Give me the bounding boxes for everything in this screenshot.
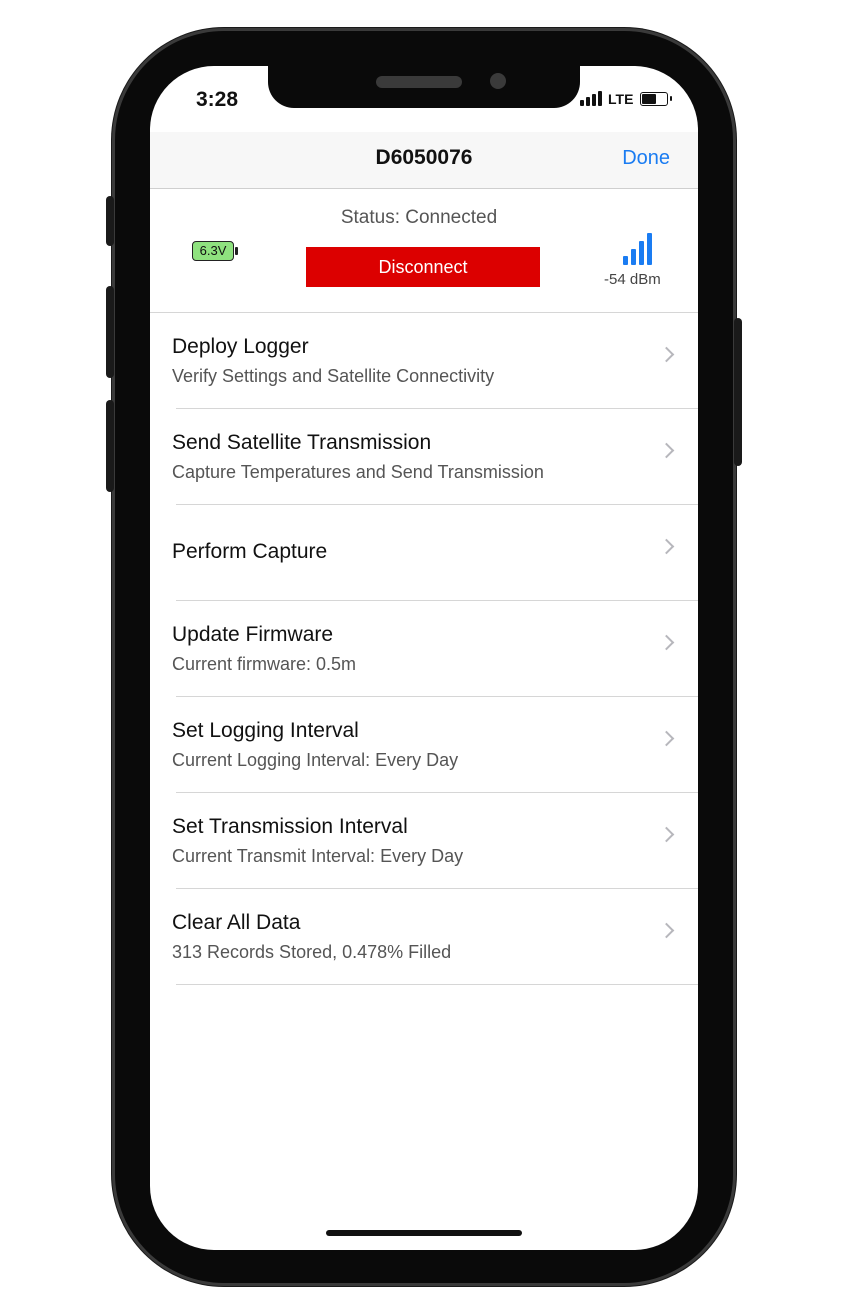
menu-list: Deploy Logger Verify Settings and Satell… <box>150 312 698 985</box>
front-camera <box>490 73 506 89</box>
power-button <box>734 318 742 466</box>
phone-screen: 3:28 LTE D6050076 Done Status: Connected… <box>150 66 698 1250</box>
disconnect-button[interactable]: Disconnect <box>306 247 540 287</box>
phone-battery-icon <box>640 92 672 106</box>
chevron-right-icon <box>658 538 675 555</box>
menu-item-title: Deploy Logger <box>172 335 309 358</box>
menu-item-subtitle: Verify Settings and Satellite Connectivi… <box>172 366 495 386</box>
chevron-right-icon <box>658 922 675 939</box>
chevron-right-icon <box>658 346 675 363</box>
speaker-grille <box>376 76 462 88</box>
menu-item-title: Set Logging Interval <box>172 719 359 742</box>
menu-item-set-logging-interval[interactable]: Set Logging Interval Current Logging Int… <box>172 697 698 793</box>
navigation-bar: D6050076 Done <box>150 132 698 189</box>
chevron-right-icon <box>658 730 675 747</box>
menu-item-title: Set Transmission Interval <box>172 815 408 838</box>
menu-item-subtitle: Current Transmit Interval: Every Day <box>172 846 464 866</box>
volume-down-button <box>106 400 114 492</box>
menu-item-title: Perform Capture <box>172 540 328 563</box>
menu-item-title: Send Satellite Transmission <box>172 431 432 454</box>
menu-item-set-transmission-interval[interactable]: Set Transmission Interval Current Transm… <box>172 793 698 889</box>
menu-item-subtitle: 313 Records Stored, 0.478% Filled <box>172 942 452 962</box>
cellular-signal-icon <box>580 90 604 106</box>
connection-status: Status: Connected <box>340 207 498 228</box>
page-title: D6050076 <box>375 146 473 169</box>
menu-item-title: Update Firmware <box>172 623 334 646</box>
menu-item-deploy-logger[interactable]: Deploy Logger Verify Settings and Satell… <box>172 313 698 409</box>
menu-item-subtitle: Current firmware: 0.5m <box>172 654 357 674</box>
device-status-panel: Status: Connected 6.3V Disconnect -54 dB… <box>150 189 698 312</box>
chevron-right-icon <box>658 826 675 843</box>
menu-item-clear-all-data[interactable]: Clear All Data 313 Records Stored, 0.478… <box>172 889 698 985</box>
mute-switch <box>106 196 114 246</box>
status-time: 3:28 <box>196 88 239 111</box>
device-battery-voltage: 6.3V <box>199 243 227 258</box>
menu-item-perform-capture[interactable]: Perform Capture <box>172 505 698 601</box>
chevron-right-icon <box>658 442 675 459</box>
menu-item-update-firmware[interactable]: Update Firmware Current firmware: 0.5m <box>172 601 698 697</box>
phone-battery-level <box>642 94 656 104</box>
device-battery-icon: 6.3V <box>192 241 238 261</box>
volume-up-button <box>106 286 114 378</box>
signal-strength: -54 dBm <box>604 271 661 288</box>
menu-item-subtitle: Current Logging Interval: Every Day <box>172 750 459 770</box>
menu-item-title: Clear All Data <box>172 911 301 934</box>
menu-item-send-satellite-transmission[interactable]: Send Satellite Transmission Capture Temp… <box>172 409 698 505</box>
notch <box>268 66 580 108</box>
network-type: LTE <box>608 91 634 107</box>
menu-item-subtitle: Capture Temperatures and Send Transmissi… <box>172 462 544 482</box>
chevron-right-icon <box>658 634 675 651</box>
signal-bars-icon <box>623 231 655 265</box>
done-button[interactable]: Done <box>622 147 670 170</box>
home-indicator[interactable] <box>326 1230 522 1236</box>
